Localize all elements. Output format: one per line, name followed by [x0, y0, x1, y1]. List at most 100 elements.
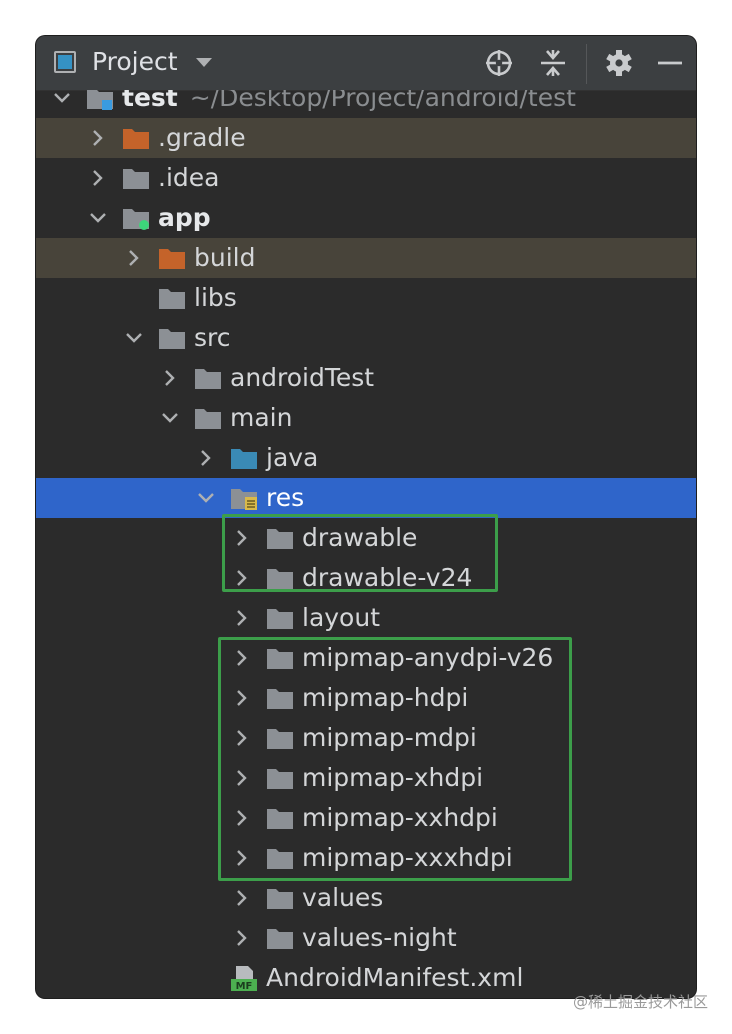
- tree-item[interactable]: build: [36, 238, 696, 278]
- chevron-right-icon[interactable]: [232, 608, 252, 628]
- tree-item[interactable]: values-night: [36, 918, 696, 958]
- chevron-down-icon[interactable]: [88, 208, 108, 228]
- tree-item-label: AndroidManifest.xml: [266, 962, 523, 994]
- chevron-right-icon[interactable]: [232, 728, 252, 748]
- tree-item-label: drawable: [302, 522, 417, 554]
- folder-icon: [122, 165, 150, 191]
- tree-item-name: .gradle: [158, 123, 246, 152]
- chevron-right-icon[interactable]: [232, 528, 252, 548]
- folder-icon: [266, 605, 294, 631]
- tree-item-label: libs: [194, 282, 237, 314]
- tree-item-name: AndroidManifest.xml: [266, 963, 524, 992]
- gear-icon[interactable]: [604, 48, 634, 78]
- folder-icon: [194, 405, 222, 431]
- folder-icon: [266, 525, 294, 551]
- tree-item-label: mipmap-anydpi-v26: [302, 642, 553, 674]
- tree-item-name: drawable-v24: [302, 563, 473, 592]
- project-tree[interactable]: test ~/Desktop/Project/android/test .gradl…: [36, 90, 696, 998]
- folder-icon: [266, 645, 294, 671]
- watermark: @稀土掘金技术社区: [572, 993, 708, 1011]
- chevron-right-icon[interactable]: [232, 688, 252, 708]
- chevron-down-icon[interactable]: [160, 408, 180, 428]
- crosshair-icon[interactable]: [484, 48, 514, 78]
- tree-item-label: .idea: [158, 162, 219, 194]
- tree-item[interactable]: mipmap-xhdpi: [36, 758, 696, 798]
- tree-item[interactable]: .gradle: [36, 118, 696, 158]
- chevron-right-icon[interactable]: [232, 888, 252, 908]
- chevron-right-icon[interactable]: [196, 448, 216, 468]
- tree-item-name: .idea: [158, 163, 220, 192]
- manifest-file-icon: MF: [230, 965, 258, 992]
- tree-item-name: values: [302, 883, 384, 912]
- tree-item[interactable]: test ~/Desktop/Project/android/test: [36, 90, 696, 118]
- tree-item[interactable]: mipmap-mdpi: [36, 718, 696, 758]
- chevron-right-icon[interactable]: [160, 368, 180, 388]
- tree-item[interactable]: layout: [36, 598, 696, 638]
- project-view-title[interactable]: Project: [92, 47, 178, 77]
- tree-item-name: res: [266, 483, 305, 512]
- tree-item-label: res: [266, 482, 304, 514]
- chevron-right-icon[interactable]: [124, 248, 144, 268]
- svg-text:MF: MF: [236, 981, 253, 991]
- tree-item[interactable]: mipmap-xxxhdpi: [36, 838, 696, 878]
- tree-item-name: mipmap-mdpi: [302, 723, 477, 752]
- tree-item[interactable]: drawable: [36, 518, 696, 558]
- tree-item-label: layout: [302, 602, 380, 634]
- dropdown-caret-icon[interactable]: [196, 58, 212, 67]
- chevron-right-icon[interactable]: [88, 168, 108, 188]
- tree-item[interactable]: mipmap-anydpi-v26: [36, 638, 696, 678]
- tree-item[interactable]: main: [36, 398, 696, 438]
- chevron-right-icon[interactable]: [232, 568, 252, 588]
- tree-item[interactable]: res: [36, 478, 696, 518]
- tree-item-name: mipmap-anydpi-v26: [302, 643, 554, 672]
- module-folder-icon: [86, 90, 114, 111]
- minimize-icon[interactable]: [656, 48, 684, 78]
- tree-item[interactable]: java: [36, 438, 696, 478]
- tree-item[interactable]: src: [36, 318, 696, 358]
- chevron-right-icon[interactable]: [88, 128, 108, 148]
- resource-folder-icon: [230, 485, 258, 511]
- chevron-right-icon[interactable]: [232, 848, 252, 868]
- folder-icon: [266, 765, 294, 791]
- folder-icon: [266, 925, 294, 951]
- tree-item-label: mipmap-xxxhdpi: [302, 842, 513, 874]
- tree-item-name: main: [230, 403, 293, 432]
- chevron-down-icon[interactable]: [196, 488, 216, 508]
- tree-item-name: mipmap-xhdpi: [302, 763, 484, 792]
- folder-icon: [266, 685, 294, 711]
- tree-item[interactable]: libs: [36, 278, 696, 318]
- chevron-right-icon[interactable]: [232, 648, 252, 668]
- tree-item[interactable]: mipmap-hdpi: [36, 678, 696, 718]
- tree-item-label: build: [194, 242, 255, 274]
- tree-item[interactable]: androidTest: [36, 358, 696, 398]
- tree-item-name: mipmap-hdpi: [302, 683, 469, 712]
- chevron-right-icon[interactable]: [232, 928, 252, 948]
- tree-item[interactable]: .idea: [36, 158, 696, 198]
- folder-icon: [266, 725, 294, 751]
- excluded-folder-icon: [158, 245, 186, 271]
- tree-item-label: values-night: [302, 922, 457, 954]
- tree-item[interactable]: mipmap-xxhdpi: [36, 798, 696, 838]
- chevron-right-icon[interactable]: [232, 808, 252, 828]
- tree-item-label: app: [158, 202, 211, 234]
- folder-icon: [158, 285, 186, 311]
- tree-item-label: drawable-v24: [302, 562, 472, 594]
- header-separator: [586, 44, 587, 84]
- tree-item-name: build: [194, 243, 256, 272]
- tree-item-label: mipmap-hdpi: [302, 682, 468, 714]
- tree-item[interactable]: drawable-v24: [36, 558, 696, 598]
- chevron-down-icon[interactable]: [124, 328, 144, 348]
- source-folder-icon: [230, 445, 258, 471]
- tree-item-label: androidTest: [230, 362, 374, 394]
- tree-item-name: mipmap-xxxhdpi: [302, 843, 513, 872]
- chevron-right-icon[interactable]: [232, 768, 252, 788]
- tree-item-name: mipmap-xxhdpi: [302, 803, 498, 832]
- tree-item-name: src: [194, 323, 231, 352]
- chevron-down-icon[interactable]: [52, 90, 72, 108]
- tree-item[interactable]: values: [36, 878, 696, 918]
- project-view-icon[interactable]: [54, 51, 76, 73]
- folder-icon: [266, 885, 294, 911]
- collapse-all-icon[interactable]: [538, 48, 568, 78]
- tree-item-name: androidTest: [230, 363, 375, 392]
- tree-item[interactable]: app: [36, 198, 696, 238]
